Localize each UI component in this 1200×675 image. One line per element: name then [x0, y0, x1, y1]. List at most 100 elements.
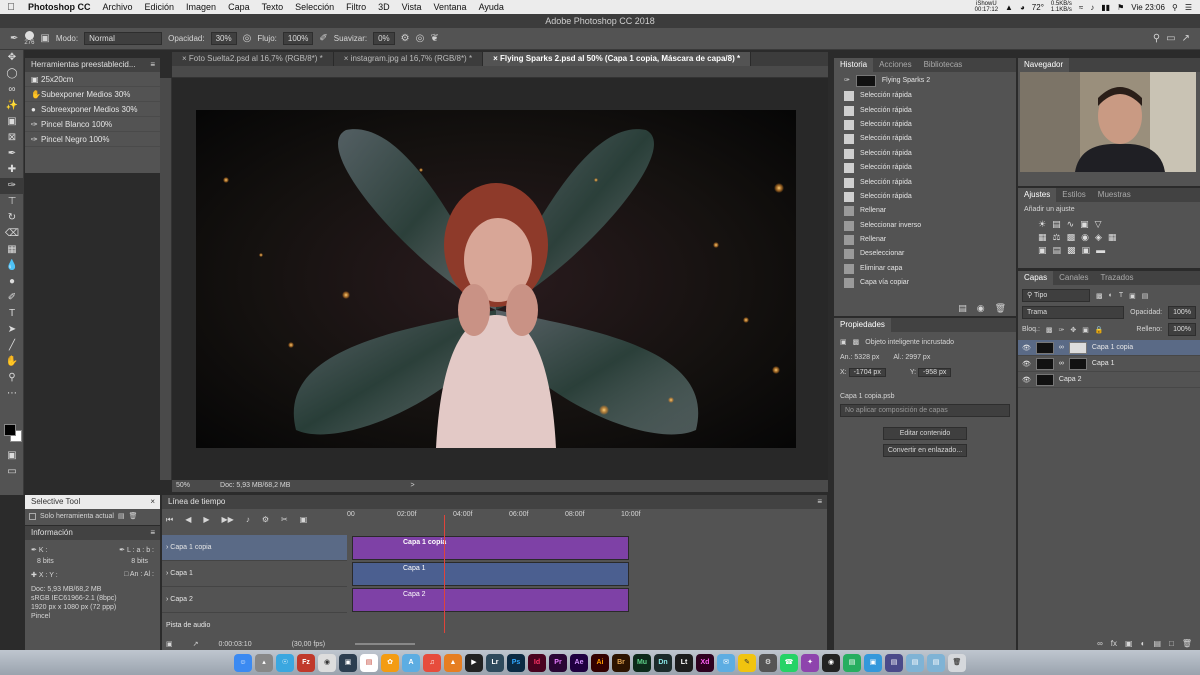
- wifi-icon[interactable]: ◕: [1020, 3, 1025, 12]
- crop-tool-icon[interactable]: ▣: [0, 114, 24, 130]
- camera-icon[interactable]: ◉: [977, 303, 985, 314]
- filter-smart-icon[interactable]: ▤: [1142, 292, 1149, 300]
- brush-tool-icon[interactable]: ✑: [0, 178, 24, 194]
- selective-color-icon[interactable]: ▣: [1082, 245, 1091, 256]
- preset-item[interactable]: ▣ 25x20cm: [25, 72, 160, 87]
- quicktime-icon[interactable]: ▶: [465, 653, 483, 672]
- link-icon[interactable]: ∞: [1059, 360, 1064, 367]
- gradient-tool-icon[interactable]: ▦: [0, 242, 24, 258]
- zoom-slider[interactable]: [355, 643, 416, 645]
- gear-icon[interactable]: ⚙: [401, 33, 410, 44]
- app-icon[interactable]: ▣: [864, 653, 882, 672]
- app-store-icon[interactable]: A: [402, 653, 420, 672]
- layer-row[interactable]: 👁 ∞ Capa 1 copia: [1018, 340, 1200, 356]
- apple-icon[interactable]: : [0, 2, 22, 13]
- navigator-title[interactable]: Navegador: [1018, 58, 1070, 72]
- doc-tab[interactable]: × Foto Suelta2.psd al 16,7% (RGB/8*) *: [172, 52, 334, 66]
- app-lr-icon[interactable]: Lr: [486, 653, 504, 672]
- vibrance-icon[interactable]: ▽: [1095, 219, 1102, 230]
- menu-texto[interactable]: Texto: [256, 2, 290, 12]
- next-frame-icon[interactable]: ▶▶: [222, 515, 234, 525]
- split-icon[interactable]: ✂: [281, 515, 288, 525]
- preset-item[interactable]: ✑ Pincel Negro 100%: [25, 132, 160, 147]
- quick-mask-icon[interactable]: ▣: [0, 448, 24, 464]
- healing-brush-tool-icon[interactable]: ✚: [0, 162, 24, 178]
- app-icon[interactable]: ▤: [843, 653, 861, 672]
- menu-seleccion[interactable]: Selección: [289, 2, 340, 12]
- search-icon[interactable]: ⚲: [1153, 33, 1160, 44]
- timeline-clip[interactable]: Capa 1: [352, 562, 629, 586]
- brush-preset-picker[interactable]: 276: [24, 31, 34, 46]
- finder-icon[interactable]: ☺: [234, 653, 252, 672]
- invert-icon[interactable]: ▣: [1038, 245, 1047, 256]
- height-field[interactable]: 2997 px: [905, 354, 930, 361]
- first-frame-icon[interactable]: ⏮: [166, 515, 173, 525]
- preset-item[interactable]: ● Sobreexponer Medios 30%: [25, 102, 160, 117]
- brightness-icon[interactable]: ☀: [1038, 219, 1046, 230]
- app-br-icon[interactable]: Br: [612, 653, 630, 672]
- trash-icon[interactable]: 🗑: [995, 303, 1006, 314]
- app-icon[interactable]: ✦: [801, 653, 819, 672]
- edit-contents-button[interactable]: Editar contenido: [883, 427, 967, 440]
- menu-edicion[interactable]: Edición: [139, 2, 181, 12]
- filter-shape-icon[interactable]: ▣: [1129, 292, 1136, 300]
- preset-item[interactable]: ✑ Pincel Blanco 100%: [25, 117, 160, 132]
- menu-archivo[interactable]: Archivo: [97, 2, 139, 12]
- app-pr-icon[interactable]: Pr: [549, 653, 567, 672]
- chrome-icon[interactable]: ◉: [318, 653, 336, 672]
- history-item[interactable]: Selección rápida: [834, 175, 1016, 189]
- eraser-tool-icon[interactable]: ⌫: [0, 226, 24, 242]
- link-layers-icon[interactable]: ∞: [1097, 639, 1103, 648]
- photo-filter-icon[interactable]: ◉: [1081, 232, 1089, 243]
- doc-tab[interactable]: × instagram.jpg al 16,7% (RGB/8*) *: [334, 52, 484, 66]
- tab-capas[interactable]: Capas: [1018, 271, 1054, 285]
- vlc-icon[interactable]: ▲: [444, 653, 462, 672]
- history-item[interactable]: Deseleccionar: [834, 247, 1016, 261]
- menu-ventana[interactable]: Ventana: [428, 2, 473, 12]
- path-selection-tool-icon[interactable]: ➤: [0, 322, 24, 338]
- butterfly-icon[interactable]: ❦: [430, 33, 438, 44]
- history-item[interactable]: Selección rápida: [834, 132, 1016, 146]
- tab-bibliotecas[interactable]: Bibliotecas: [918, 58, 969, 72]
- app-icon[interactable]: ▣: [339, 653, 357, 672]
- clone-stamp-tool-icon[interactable]: ⊤: [0, 194, 24, 210]
- document-canvas-image[interactable]: [196, 110, 796, 448]
- transition-icon[interactable]: ▣: [300, 515, 308, 525]
- current-tool-checkbox[interactable]: [29, 512, 36, 520]
- battery-icon[interactable]: ▮▮: [1101, 3, 1110, 12]
- layer-comp-select[interactable]: No aplicar composición de capas: [840, 404, 1010, 417]
- zoom-level[interactable]: 50%: [176, 480, 190, 492]
- history-item[interactable]: Capa vía copiar: [834, 276, 1016, 290]
- app-ai-icon[interactable]: Ai: [591, 653, 609, 672]
- close-icon[interactable]: ×: [493, 54, 500, 63]
- history-brush-tool-icon[interactable]: ↻: [0, 210, 24, 226]
- close-icon[interactable]: ×: [182, 54, 189, 63]
- move-tool-icon[interactable]: ✥: [0, 50, 24, 66]
- line-tool-icon[interactable]: ╱: [0, 338, 24, 354]
- foreground-color-swatch[interactable]: [4, 424, 16, 436]
- lock-artboard-icon[interactable]: ▣: [1082, 326, 1089, 334]
- quick-selection-tool-icon[interactable]: ✨: [0, 98, 24, 114]
- volume-icon[interactable]: ♪: [1090, 3, 1094, 12]
- layer-filter-select[interactable]: ⚲ Tipo: [1022, 289, 1090, 302]
- tool-reset-icon[interactable]: ▤: [118, 512, 125, 520]
- exposure-icon[interactable]: ▣: [1080, 219, 1089, 230]
- history-item[interactable]: Eliminar capa: [834, 262, 1016, 276]
- type-tool-icon[interactable]: T: [0, 306, 24, 322]
- tab-trazados[interactable]: Trazados: [1094, 271, 1139, 285]
- settings-icon[interactable]: ⚙: [262, 515, 269, 525]
- close-icon[interactable]: ×: [344, 54, 351, 63]
- lock-position-icon[interactable]: ✥: [1070, 326, 1076, 334]
- clock[interactable]: Vie 23:06: [1131, 3, 1165, 12]
- width-field[interactable]: 5328 px: [854, 354, 879, 361]
- layer-opacity-field[interactable]: 100%: [1168, 306, 1196, 319]
- music-icon[interactable]: ♫: [423, 653, 441, 672]
- doc-tab-active[interactable]: × Flying Sparks 2.psd al 50% (Capa 1 cop…: [483, 52, 752, 66]
- layer-row[interactable]: 👁 Capa 2: [1018, 372, 1200, 388]
- history-item[interactable]: Selección rápida: [834, 118, 1016, 132]
- lock-pixels-icon[interactable]: ▩: [1046, 326, 1053, 334]
- color-balance-icon[interactable]: ⚖: [1053, 232, 1061, 243]
- calendar-icon[interactable]: ▤: [360, 653, 378, 672]
- lock-all-icon[interactable]: 🔒: [1095, 326, 1104, 334]
- tab-canales[interactable]: Canales: [1053, 271, 1094, 285]
